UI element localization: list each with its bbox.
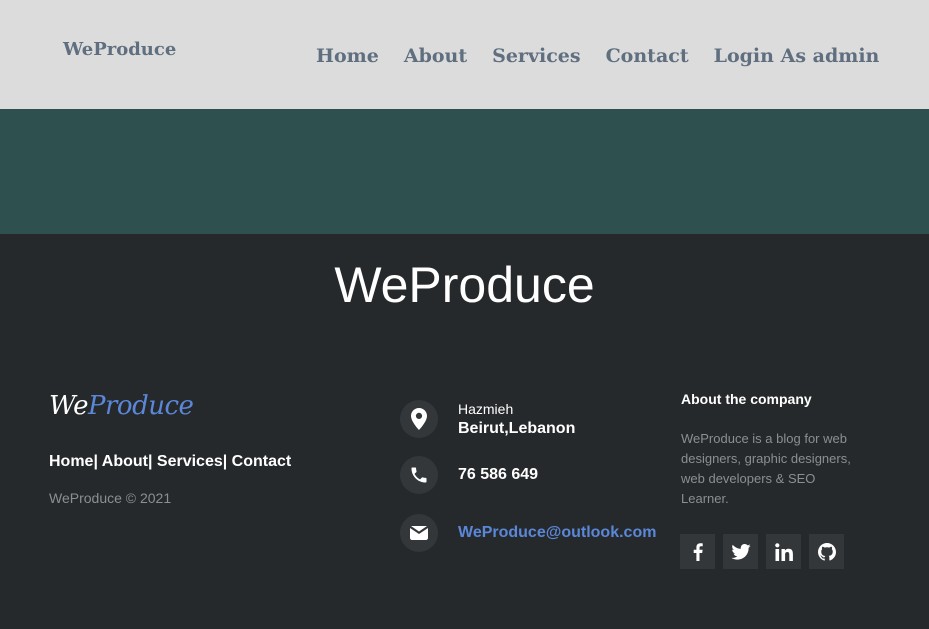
copyright: WeProduce © 2021 — [49, 490, 172, 506]
nav-link-login-admin[interactable]: Login As admin — [714, 45, 880, 67]
footer-link-home[interactable]: Home — [49, 453, 93, 470]
email-link[interactable]: WeProduce@outlook.com — [458, 524, 656, 541]
contact-phone: 76 586 649 — [400, 456, 538, 494]
footer-link-about[interactable]: About — [102, 453, 148, 470]
contact-address: Hazmieh Beirut,Lebanon — [400, 400, 575, 438]
link-separator: | — [222, 453, 232, 470]
contact-email: WeProduce@outlook.com — [400, 514, 656, 552]
navbar-brand[interactable]: WeProduce — [63, 39, 176, 60]
footer-logo[interactable]: WeProduce — [49, 391, 194, 421]
logo-we: We — [49, 391, 89, 421]
nav-link-contact[interactable]: Contact — [606, 45, 689, 67]
footer-links: Home| About| Services| Contact — [49, 453, 291, 471]
github-icon[interactable] — [809, 534, 844, 569]
logo-produce: Produce — [88, 391, 194, 421]
hero-banner — [0, 109, 929, 234]
social-links — [680, 534, 852, 569]
phone-number: 76 586 649 — [458, 466, 539, 483]
nav-menu: Home About Services Contact Login As adm… — [316, 45, 904, 67]
phone-icon — [400, 456, 438, 494]
facebook-icon[interactable] — [680, 534, 715, 569]
twitter-icon[interactable] — [723, 534, 758, 569]
about-text: WeProduce is a blog for web designers, g… — [681, 431, 851, 506]
link-separator: | — [147, 453, 157, 470]
footer-link-contact[interactable]: Contact — [232, 453, 292, 470]
footer-title: WeProduce — [334, 257, 595, 313]
nav-link-services[interactable]: Services — [492, 45, 580, 67]
envelope-icon — [400, 514, 438, 552]
map-marker-icon — [400, 400, 438, 438]
linkedin-icon[interactable] — [766, 534, 801, 569]
nav-link-home[interactable]: Home — [316, 45, 379, 67]
footer-link-services[interactable]: Services — [157, 453, 223, 470]
nav-link-about[interactable]: About — [404, 45, 467, 67]
footer: WeProduce WeProduce Home| About| Service… — [0, 234, 929, 629]
top-navbar: WeProduce Home About Services Contact Lo… — [0, 0, 929, 109]
address-line-1: Hazmieh — [458, 400, 514, 417]
about-title: About the company — [681, 391, 812, 407]
address-line-2: Beirut,Lebanon — [458, 419, 576, 437]
link-separator: | — [93, 453, 102, 470]
